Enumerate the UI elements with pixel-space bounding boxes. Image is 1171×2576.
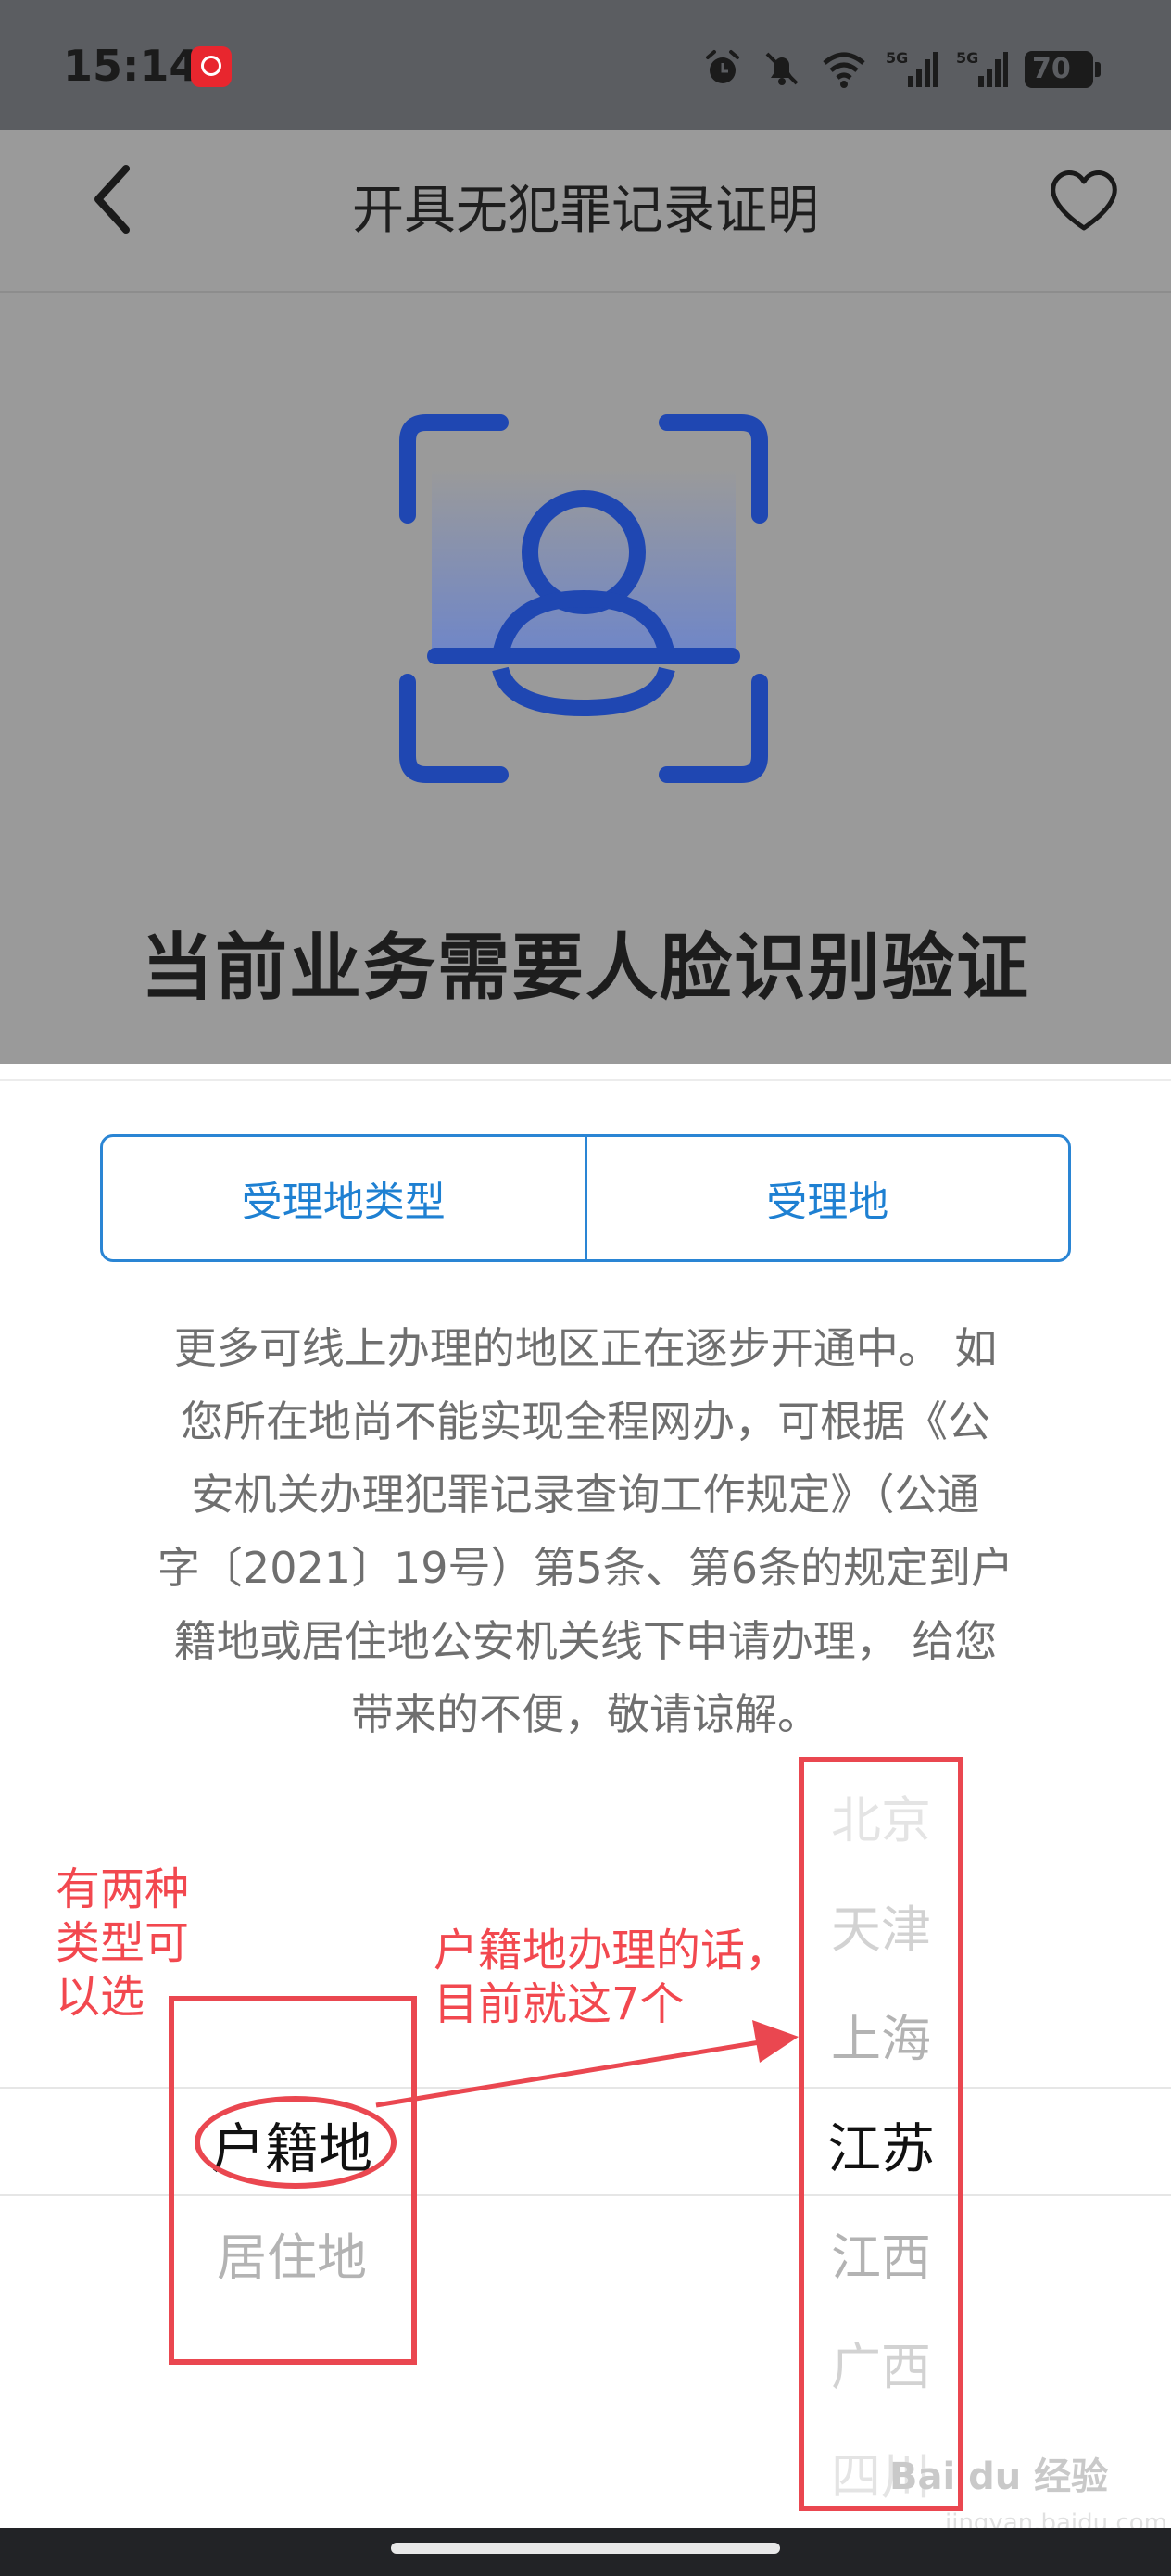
notice-line: 您所在地尚不能实现全程网办，可根据《公 bbox=[181, 1396, 990, 1446]
signal-5g-icon: 5G bbox=[956, 49, 1008, 87]
notice-text: 更多可线上办理的地区正在逐步开通中。 如 您所在地尚不能实现全程网办，可根据《公… bbox=[111, 1312, 1060, 1751]
alarm-icon bbox=[706, 50, 739, 83]
svg-text:5G: 5G bbox=[886, 49, 908, 67]
status-icons: 5G 5G bbox=[702, 44, 1008, 93]
home-gesture-bar[interactable] bbox=[391, 2543, 780, 2554]
face-scan-icon bbox=[399, 414, 768, 783]
annotation-ellipse-selected-type bbox=[195, 2096, 397, 2189]
annotation-line: 有两种 bbox=[56, 1863, 190, 1915]
heart-icon[interactable] bbox=[1045, 161, 1123, 239]
notice-line: 籍地或居住地公安机关线下申请办理， 给您 bbox=[173, 1616, 998, 1666]
battery-indicator: 70 bbox=[1025, 51, 1101, 88]
location-tabs: 受理地类型 受理地 bbox=[100, 1134, 1071, 1262]
annotation-line: 户籍地办理的话， bbox=[434, 1925, 790, 1976]
notice-line: 字〔2021〕19号）第5条、第6条的规定到户 bbox=[157, 1543, 1014, 1593]
face-verify-title: 当前业务需要人脸识别验证 bbox=[140, 927, 1030, 1010]
nav-bar: 开具无犯罪记录证明 bbox=[0, 130, 1171, 293]
tab-location-type[interactable]: 受理地类型 bbox=[103, 1137, 585, 1259]
mute-icon bbox=[765, 52, 799, 85]
signal-5g-icon: 5G bbox=[886, 49, 938, 87]
notice-line: 安机关办理犯罪记录查询工作规定》（公通 bbox=[191, 1470, 980, 1520]
annotation-right-note: 户籍地办理的话， 目前就这7个 bbox=[434, 1924, 789, 2031]
annotation-line: 目前就这7个 bbox=[434, 1978, 685, 2030]
face-verify-area: 当前业务需要人脸识别验证 bbox=[0, 293, 1171, 1064]
status-bar: 15:14 5G 5G 70 bbox=[0, 0, 1171, 130]
status-time: 15:14 bbox=[63, 41, 199, 91]
tab-location[interactable]: 受理地 bbox=[584, 1137, 1069, 1259]
annotation-box-places bbox=[799, 1757, 963, 2511]
notice-line: 带来的不便，敬请谅解。 bbox=[351, 1689, 820, 1739]
sheet-divider bbox=[0, 1079, 1171, 1081]
notice-line: 更多可线上办理的地区正在逐步开通中。 如 bbox=[173, 1323, 998, 1373]
annotation-line: 类型可 bbox=[56, 1917, 190, 1969]
app-icon bbox=[191, 46, 232, 87]
svg-text:5G: 5G bbox=[956, 49, 978, 67]
page-title: 开具无犯罪记录证明 bbox=[352, 181, 819, 241]
watermark-brand: Bai du 经验 bbox=[889, 2456, 1109, 2498]
wifi-icon bbox=[823, 52, 865, 88]
